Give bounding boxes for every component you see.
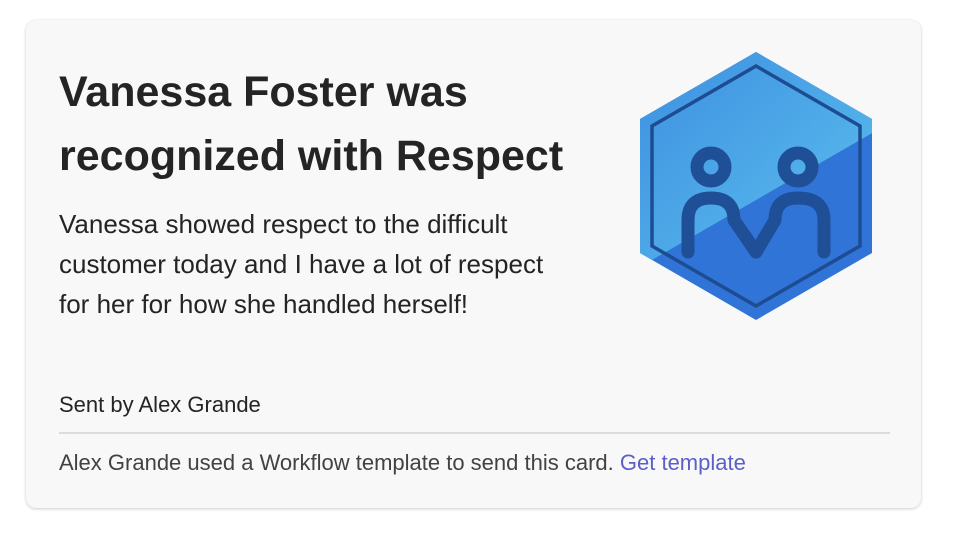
divider xyxy=(59,432,890,434)
card-title: Vanessa Foster was recognized with Respe… xyxy=(59,68,564,180)
workflow-footer: Alex Grande used a Workflow template to … xyxy=(59,448,746,478)
sender-label: Sent by Alex Grande xyxy=(59,392,261,417)
respect-badge-icon xyxy=(640,52,872,320)
get-template-link[interactable]: Get template xyxy=(620,450,746,475)
recognition-card: Vanessa Foster was recognized with Respe… xyxy=(26,20,921,508)
recognition-message: Vanessa showed respect to the difficult … xyxy=(59,209,544,319)
footer-text: Alex Grande used a Workflow template to … xyxy=(59,450,614,475)
